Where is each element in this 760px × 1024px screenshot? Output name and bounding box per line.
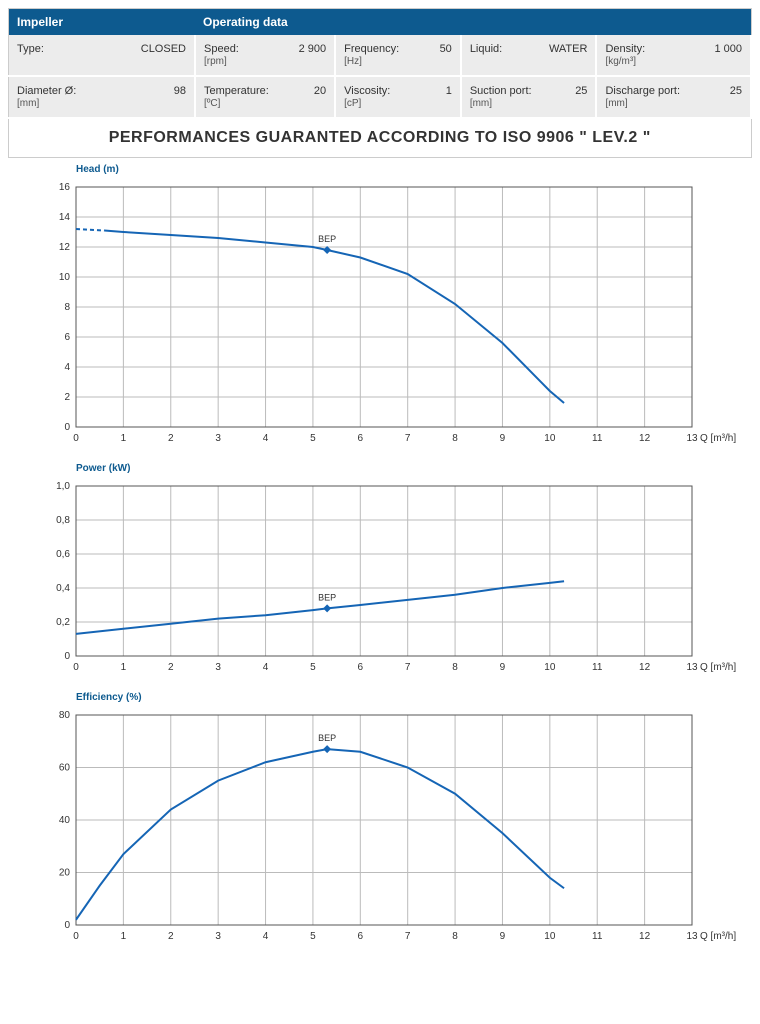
svg-text:Q [m³/h]: Q [m³/h] [700, 662, 736, 673]
svg-text:3: 3 [215, 931, 221, 942]
svg-text:6: 6 [358, 931, 364, 942]
iso-banner: PERFORMANCES GUARANTED ACCORDING TO ISO … [9, 118, 752, 158]
svg-text:8: 8 [64, 302, 70, 313]
svg-text:11: 11 [592, 433, 603, 444]
svg-text:7: 7 [405, 433, 411, 444]
spec-frequency: Frequency: 50 [Hz] [335, 35, 461, 76]
chart-title-head: Head (m) [76, 164, 752, 175]
svg-text:12: 12 [639, 662, 651, 673]
spec-discharge-port: Discharge port: 25 [mm] [596, 76, 751, 118]
spec-liquid: Liquid: WATER [461, 35, 597, 76]
svg-text:13: 13 [686, 931, 698, 942]
header-opdata: Operating data [195, 9, 751, 36]
svg-text:8: 8 [452, 931, 458, 942]
spec-speed: Speed: 2 900 [rpm] [195, 35, 335, 76]
svg-text:3: 3 [215, 433, 221, 444]
svg-text:2: 2 [168, 662, 174, 673]
svg-text:Q [m³/h]: Q [m³/h] [700, 931, 736, 942]
svg-text:80: 80 [59, 710, 71, 721]
spec-density: Density: 1 000 [kg/m³] [596, 35, 751, 76]
chart-title-eff: Efficiency (%) [76, 692, 752, 703]
svg-text:1: 1 [121, 662, 127, 673]
svg-text:12: 12 [639, 433, 651, 444]
svg-text:0,6: 0,6 [56, 549, 70, 560]
header-impeller: Impeller [9, 9, 196, 36]
spec-suction-port: Suction port: 25 [mm] [461, 76, 597, 118]
spec-type: Type: CLOSED [9, 35, 196, 76]
svg-text:10: 10 [59, 272, 71, 283]
svg-text:1: 1 [121, 931, 127, 942]
svg-text:20: 20 [59, 868, 71, 879]
svg-text:2: 2 [168, 433, 174, 444]
svg-text:6: 6 [358, 433, 364, 444]
svg-text:8: 8 [452, 433, 458, 444]
spec-viscosity: Viscosity: 1 [cP] [335, 76, 461, 118]
svg-text:11: 11 [592, 662, 603, 673]
svg-text:9: 9 [500, 433, 506, 444]
svg-text:4: 4 [263, 433, 269, 444]
svg-text:2: 2 [64, 392, 70, 403]
svg-text:7: 7 [405, 931, 411, 942]
chart-head: 0123456789101112130246810121416Q [m³/h]B… [8, 177, 752, 457]
svg-text:9: 9 [500, 931, 506, 942]
spec-temperature: Temperature: 20 [ºC] [195, 76, 335, 118]
svg-text:10: 10 [544, 662, 556, 673]
svg-text:0: 0 [73, 433, 79, 444]
svg-text:0,2: 0,2 [56, 617, 70, 628]
svg-text:12: 12 [59, 242, 71, 253]
svg-text:4: 4 [64, 362, 70, 373]
svg-text:2: 2 [168, 931, 174, 942]
svg-text:6: 6 [358, 662, 364, 673]
chart-efficiency: 012345678910111213020406080Q [m³/h]BEP [8, 705, 752, 955]
svg-text:5: 5 [310, 433, 316, 444]
svg-text:13: 13 [686, 433, 698, 444]
svg-text:14: 14 [59, 212, 71, 223]
svg-text:5: 5 [310, 662, 316, 673]
svg-text:0: 0 [64, 422, 70, 433]
svg-text:Q [m³/h]: Q [m³/h] [700, 433, 736, 444]
svg-text:8: 8 [452, 662, 458, 673]
svg-text:6: 6 [64, 332, 70, 343]
svg-text:BEP: BEP [318, 733, 336, 743]
svg-text:10: 10 [544, 931, 556, 942]
svg-text:BEP: BEP [318, 234, 336, 244]
svg-text:60: 60 [59, 763, 71, 774]
svg-text:0,4: 0,4 [56, 583, 70, 594]
svg-text:0: 0 [73, 931, 79, 942]
svg-text:BEP: BEP [318, 592, 336, 602]
svg-text:0: 0 [64, 920, 70, 931]
svg-text:12: 12 [639, 931, 651, 942]
svg-text:1: 1 [121, 433, 127, 444]
svg-text:11: 11 [592, 931, 603, 942]
svg-text:0: 0 [73, 662, 79, 673]
spec-table: Impeller Operating data Type: CLOSED Spe… [8, 8, 752, 158]
svg-text:0: 0 [64, 651, 70, 662]
svg-text:7: 7 [405, 662, 411, 673]
svg-text:13: 13 [686, 662, 698, 673]
svg-text:5: 5 [310, 931, 316, 942]
svg-text:0,8: 0,8 [56, 515, 70, 526]
svg-text:4: 4 [263, 931, 269, 942]
svg-text:16: 16 [59, 182, 71, 193]
svg-text:40: 40 [59, 815, 71, 826]
spec-diameter: Diameter Ø: 98 [mm] [9, 76, 196, 118]
svg-text:4: 4 [263, 662, 269, 673]
svg-text:1,0: 1,0 [56, 481, 70, 492]
svg-text:9: 9 [500, 662, 506, 673]
chart-title-power: Power (kW) [76, 463, 752, 474]
svg-text:3: 3 [215, 662, 221, 673]
svg-text:10: 10 [544, 433, 556, 444]
chart-power: 01234567891011121300,20,40,60,81,0Q [m³/… [8, 476, 752, 686]
